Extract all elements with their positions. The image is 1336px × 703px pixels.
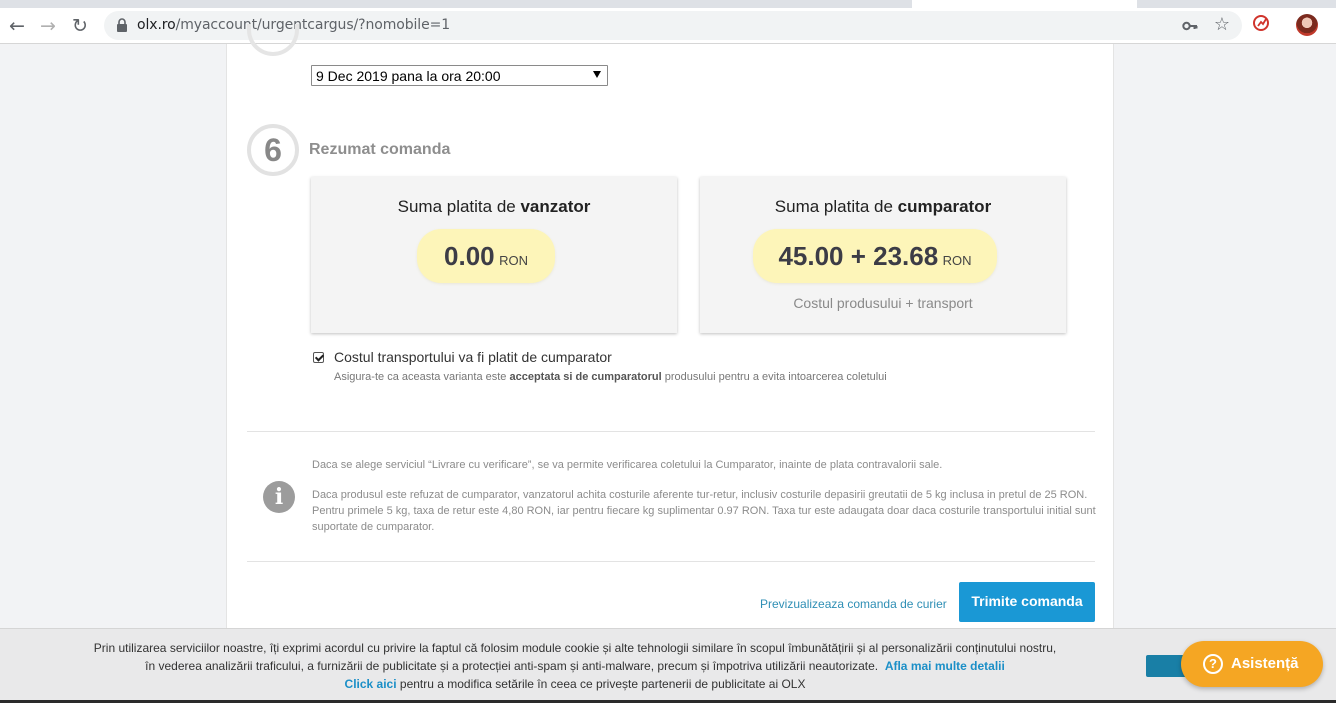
hint-prefix: Asigura-te ca aceasta varianta este bbox=[334, 371, 510, 383]
question-mark-icon: ? bbox=[1203, 654, 1223, 674]
seller-title-bold: vanzator bbox=[520, 197, 591, 216]
info-paragraph-1: Daca se alege serviciul “Livrare cu veri… bbox=[312, 459, 943, 471]
hint-bold: acceptata si de cumparatorul bbox=[509, 371, 662, 383]
buyer-title-bold: cumparator bbox=[897, 197, 992, 216]
lock-icon bbox=[117, 18, 127, 32]
browser-active-tab[interactable] bbox=[912, 0, 1137, 8]
buyer-amount: 45.00 + 23.68 bbox=[778, 241, 939, 271]
browser-toolbar: ← → ↻ olx.ro/myaccount/urgentcargus/?nom… bbox=[0, 8, 1336, 44]
buyer-amount-box: Suma platita de cumparator 45.00 + 23.68… bbox=[700, 177, 1066, 333]
buyer-title-prefix: Suma platita de bbox=[774, 197, 898, 216]
key-icon[interactable] bbox=[1182, 18, 1198, 34]
preview-courier-order-link[interactable]: Previzualizeaza comanda de curier bbox=[760, 597, 947, 611]
transport-paid-by-buyer-checkbox[interactable] bbox=[313, 352, 324, 363]
info-icon: i bbox=[263, 481, 295, 513]
cookie-click-here-link[interactable]: Click aici bbox=[345, 677, 397, 691]
seller-amount-box: Suma platita de vanzator 0.00 RON bbox=[311, 177, 677, 333]
divider bbox=[247, 561, 1095, 562]
divider bbox=[247, 431, 1095, 432]
previous-step-circle bbox=[247, 24, 299, 56]
url-host: olx.ro bbox=[137, 17, 176, 33]
buyer-price-tag: 45.00 + 23.68 RON bbox=[755, 231, 995, 281]
extension-icon[interactable] bbox=[1253, 14, 1271, 32]
back-arrow-icon[interactable]: ← bbox=[5, 14, 29, 38]
url-path: /myaccount/urgentcargus/?nomobile=1 bbox=[175, 17, 451, 33]
dropdown-caret-icon bbox=[593, 71, 601, 78]
delivery-date-value: 9 Dec 2019 pana la ora 20:00 bbox=[316, 68, 501, 84]
info-paragraph-2: Daca produsul este refuzat de cumparator… bbox=[312, 489, 1096, 533]
bookmark-star-icon[interactable]: ☆ bbox=[1214, 15, 1230, 35]
content-card: 9 Dec 2019 pana la ora 20:00 6 Rezumat c… bbox=[226, 24, 1114, 703]
buyer-amount-note: Costul produsului + transport bbox=[793, 295, 973, 311]
cookie-more-details-link[interactable]: Afla mai multe detalii bbox=[885, 659, 1005, 673]
seller-title-prefix: Suma platita de bbox=[397, 197, 521, 216]
cookie-line-1: Prin utilizarea serviciilor noastre, îți… bbox=[93, 641, 1057, 655]
seller-currency: RON bbox=[499, 253, 528, 268]
assistance-label: Asistență bbox=[1231, 655, 1299, 672]
seller-amount: 0.00 bbox=[444, 241, 495, 271]
forward-arrow-icon[interactable]: → bbox=[36, 14, 60, 38]
cookie-line-2: în vederea analizării traficului, a furn… bbox=[60, 657, 1090, 675]
summary-title: Rezumat comanda bbox=[309, 141, 451, 158]
cookie-text: Prin utilizarea serviciilor noastre, îți… bbox=[60, 639, 1090, 693]
profile-avatar[interactable] bbox=[1296, 14, 1318, 36]
delivery-date-select[interactable]: 9 Dec 2019 pana la ora 20:00 bbox=[311, 65, 608, 86]
assistance-button[interactable]: ? Asistență bbox=[1181, 641, 1323, 687]
buyer-currency: RON bbox=[942, 253, 972, 268]
step-number-circle: 6 bbox=[247, 124, 299, 176]
seller-price-tag: 0.00 RON bbox=[419, 231, 553, 281]
cookie-line-2-text: în vederea analizării traficului, a furn… bbox=[145, 659, 879, 673]
browser-tab-strip bbox=[0, 0, 1336, 8]
reload-icon[interactable]: ↻ bbox=[68, 14, 92, 38]
seller-box-title: Suma platita de vanzator bbox=[311, 197, 677, 217]
hint-suffix: produsului pentru a evita intoarcerea co… bbox=[661, 371, 887, 383]
cookie-line-3: Click aici pentru a modifica setările în… bbox=[60, 675, 1090, 693]
transport-checkbox-hint: Asigura-te ca aceasta varianta este acce… bbox=[334, 371, 887, 383]
buyer-box-title: Suma platita de cumparator bbox=[700, 197, 1066, 217]
transport-checkbox-label[interactable]: Costul transportului va fi platit de cum… bbox=[334, 349, 612, 365]
submit-order-button[interactable]: Trimite comanda bbox=[959, 582, 1095, 622]
cookie-line-3-text: pentru a modifica setările în ceea ce pr… bbox=[396, 677, 806, 691]
cookie-consent-bar: Prin utilizarea serviciilor noastre, îți… bbox=[0, 628, 1336, 703]
